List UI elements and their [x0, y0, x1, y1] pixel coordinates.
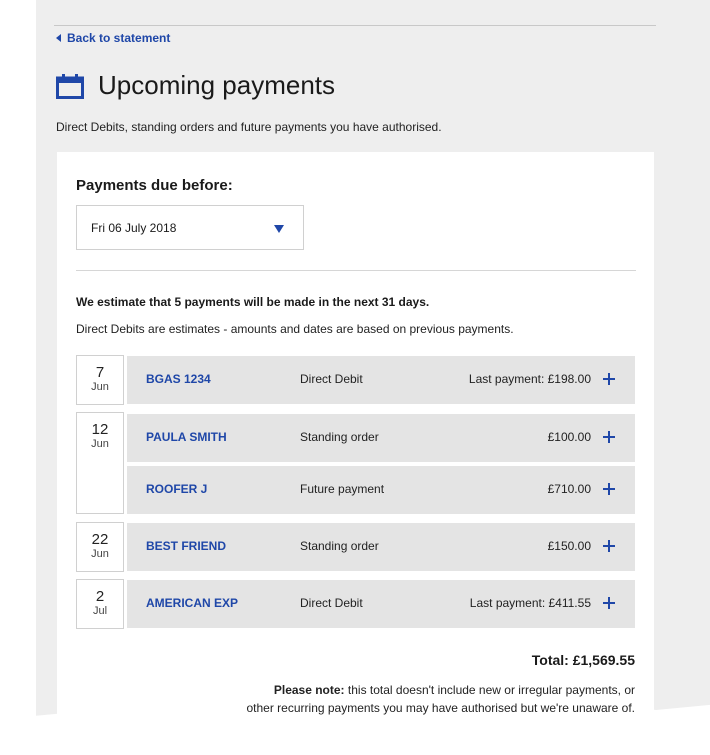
chevron-down-icon	[274, 225, 284, 233]
due-date-select[interactable]: Fri 06 July 2018	[76, 205, 304, 250]
date-day: 12	[91, 421, 109, 438]
back-to-statement-link[interactable]: Back to statement	[56, 31, 170, 45]
date-group-22-jun: 22 Jun	[76, 522, 124, 572]
due-date-value: Fri 06 July 2018	[91, 221, 177, 235]
payment-amount: £710.00	[547, 482, 591, 496]
expand-plus-icon[interactable]	[603, 373, 615, 385]
payee-link[interactable]: ROOFER J	[146, 482, 207, 496]
note-label: Please note:	[273, 683, 345, 697]
card-divider	[76, 270, 636, 271]
payments-total: Total: £1,569.55	[531, 652, 635, 668]
payment-row: ROOFER J Future payment £710.00	[127, 466, 635, 514]
date-month: Jun	[91, 548, 109, 560]
payment-amount: Last payment: £198.00	[468, 372, 591, 386]
payment-amount: £100.00	[547, 430, 591, 444]
expand-plus-icon[interactable]	[603, 483, 615, 495]
page: Back to statement Upcoming payments Dire…	[0, 0, 710, 755]
payments-due-label: Payments due before:	[76, 177, 233, 194]
total-note-line-2: other recurring payments you may have au…	[246, 701, 636, 715]
date-group-7-jun: 7 Jun	[76, 355, 124, 405]
date-day: 2	[95, 588, 105, 605]
payment-row: AMERICAN EXP Direct Debit Last payment: …	[127, 580, 635, 628]
payment-type: Future payment	[300, 482, 385, 496]
payee-link[interactable]: AMERICAN EXP	[146, 596, 238, 610]
payments-card: Payments due before: Fri 06 July 2018 We…	[57, 152, 654, 726]
payment-row: PAULA SMITH Standing order £100.00	[127, 414, 635, 462]
page-title: Upcoming payments	[98, 70, 335, 100]
top-divider	[54, 25, 656, 26]
payee-link[interactable]: BGAS 1234	[146, 372, 211, 386]
back-arrow-icon	[56, 34, 61, 42]
note-text-1: this total doesn't include new or irregu…	[344, 683, 635, 697]
date-day: 22	[91, 531, 109, 548]
date-month: Jun	[91, 438, 109, 450]
payment-amount: £150.00	[547, 539, 591, 553]
total-note-line-1: Please note: this total doesn't include …	[274, 683, 635, 697]
date-group-12-jun: 12 Jun	[76, 412, 124, 514]
date-group-2-jul: 2 Jul	[76, 579, 124, 629]
estimate-summary: We estimate that 5 payments will be made…	[76, 295, 430, 309]
expand-plus-icon[interactable]	[603, 540, 615, 552]
payment-type: Direct Debit	[300, 372, 363, 386]
payment-amount: Last payment: £411.55	[469, 596, 591, 610]
payee-link[interactable]: PAULA SMITH	[146, 430, 227, 444]
payment-type: Direct Debit	[300, 596, 363, 610]
payment-row: BEST FRIEND Standing order £150.00	[127, 523, 635, 571]
payment-type: Standing order	[300, 539, 379, 553]
title-row: Upcoming payments	[56, 70, 335, 101]
expand-plus-icon[interactable]	[603, 431, 615, 443]
date-month: Jul	[92, 605, 108, 617]
payment-row: BGAS 1234 Direct Debit Last payment: £19…	[127, 356, 635, 404]
date-month: Jun	[91, 381, 109, 393]
expand-plus-icon[interactable]	[603, 597, 615, 609]
payee-link[interactable]: BEST FRIEND	[146, 539, 226, 553]
page-subtitle: Direct Debits, standing orders and futur…	[56, 120, 442, 134]
date-day: 7	[95, 364, 105, 381]
back-link-label: Back to statement	[67, 31, 171, 45]
calendar-icon	[56, 73, 84, 99]
payment-type: Standing order	[300, 430, 379, 444]
estimate-note: Direct Debits are estimates - amounts an…	[76, 322, 514, 336]
